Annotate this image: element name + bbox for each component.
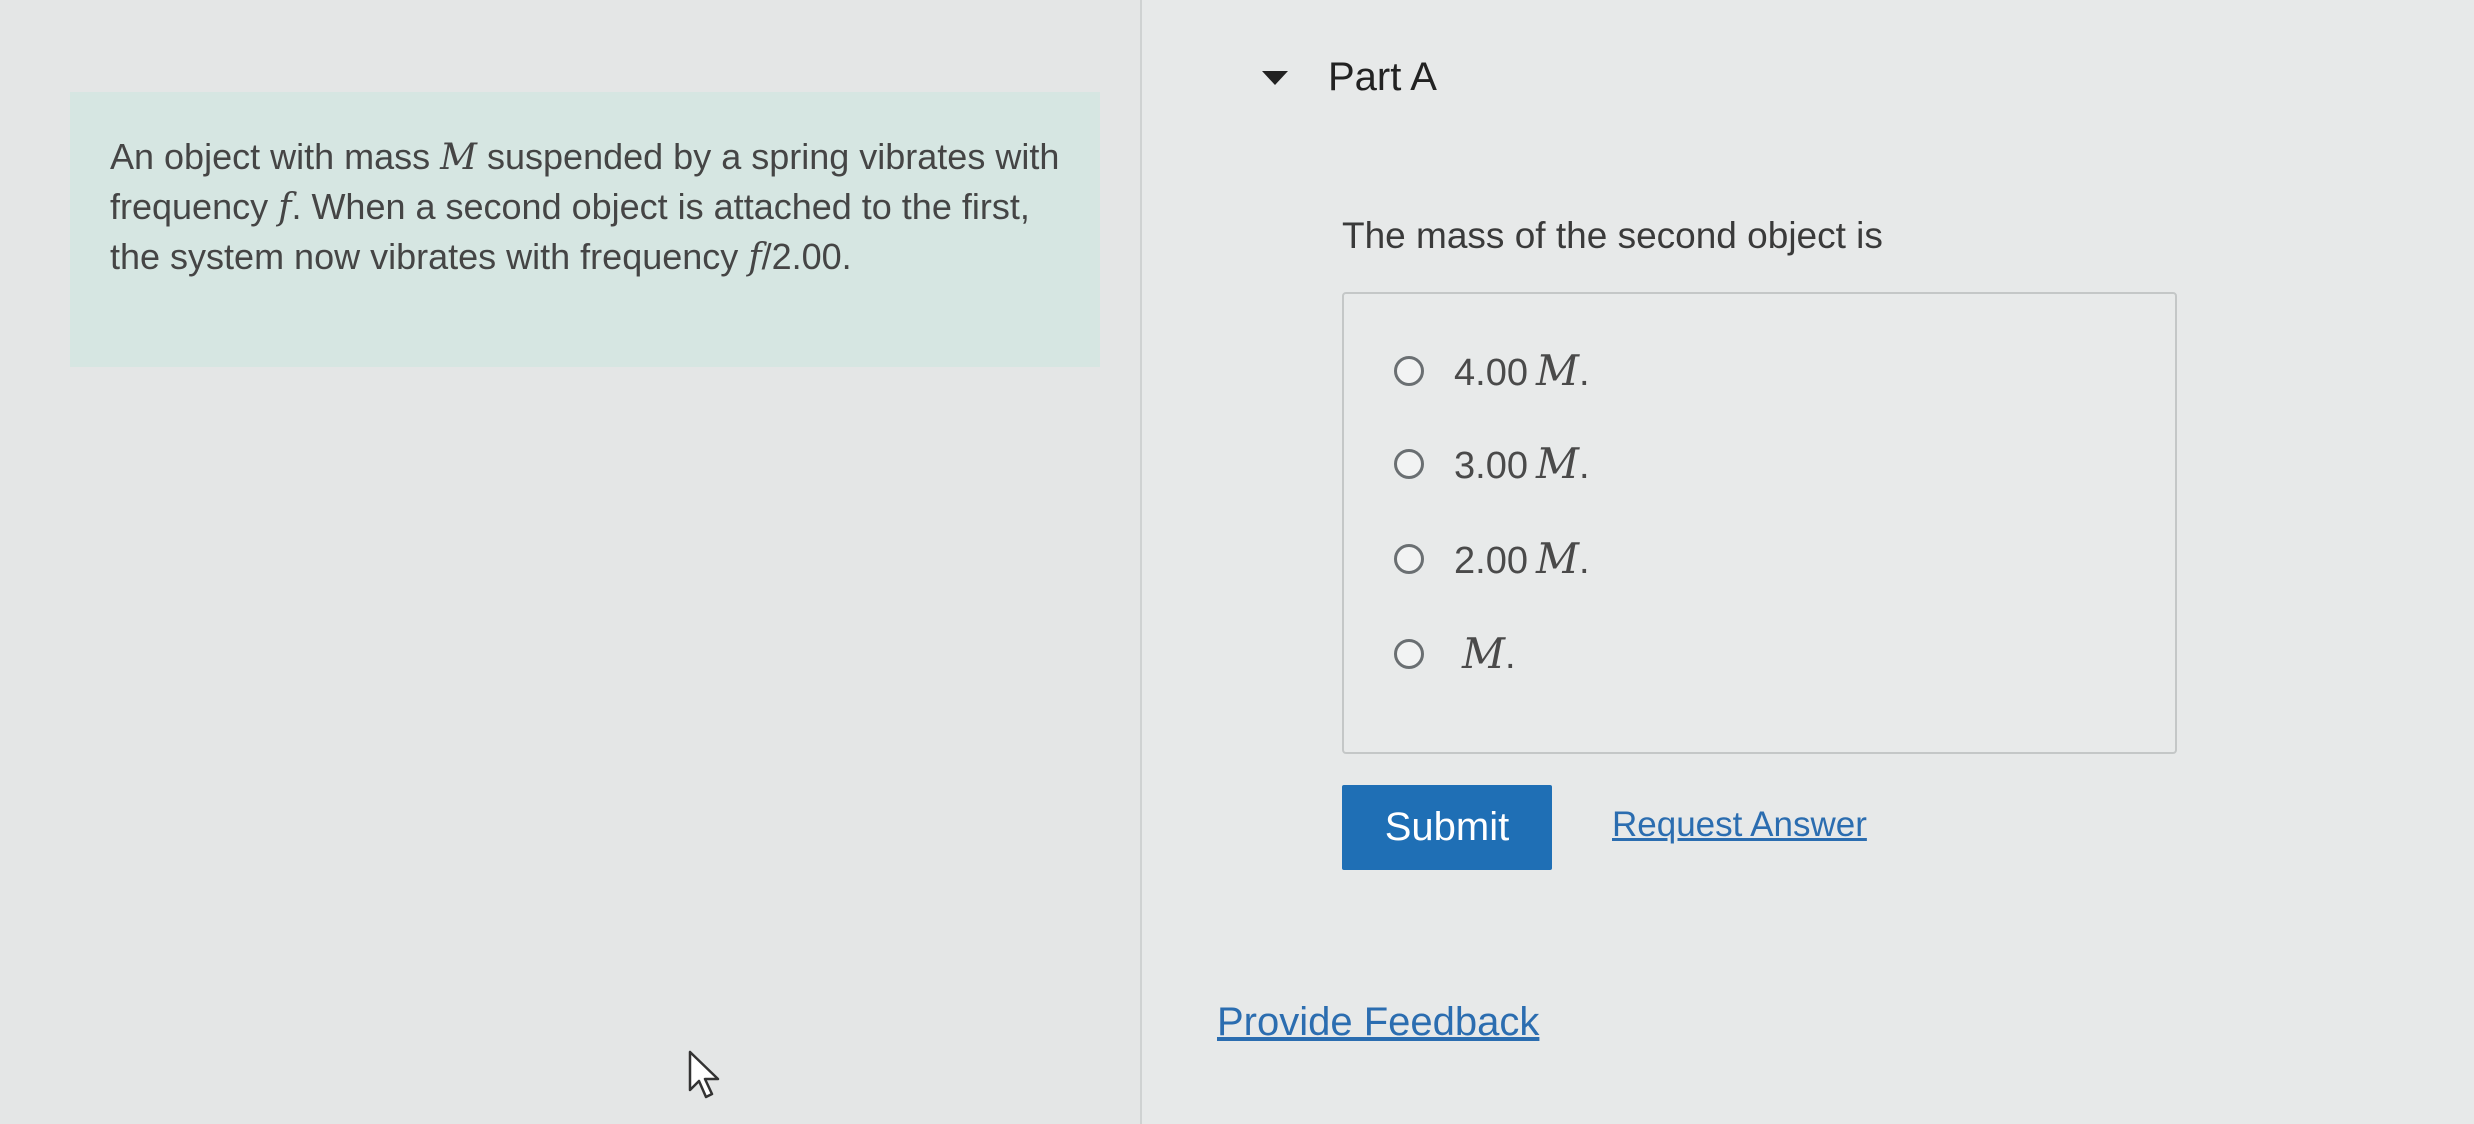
caret-down-icon[interactable] — [1262, 70, 1288, 85]
choice-option-3[interactable]: 2.00 M. — [1394, 534, 1590, 583]
provide-feedback-link[interactable]: Provide Feedback — [1217, 1000, 1539, 1045]
mass-variable: M — [440, 137, 478, 178]
problem-panel: An object with mass M suspended by a spr… — [0, 0, 1140, 1124]
question-text: The mass of the second object is — [1342, 215, 1883, 256]
problem-statement-box: An object with mass M suspended by a spr… — [70, 92, 1100, 367]
frequency-variable: f — [278, 187, 292, 228]
part-header[interactable]: Part A — [1262, 55, 1437, 100]
choice-label: 2.00 M. — [1454, 534, 1590, 583]
radio-icon[interactable] — [1394, 448, 1424, 479]
problem-text: An object with mass M suspended by a spr… — [110, 136, 1060, 278]
answer-choices: 4.00 M. 3.00 M. 2.00 M. M. — [1342, 292, 2177, 754]
page: An object with mass M suspended by a spr… — [0, 0, 2474, 1124]
radio-icon[interactable] — [1394, 638, 1424, 669]
choice-label: 3.00 M. — [1454, 439, 1590, 488]
radio-icon[interactable] — [1394, 355, 1424, 386]
choice-option-4[interactable]: M. — [1394, 629, 1516, 678]
request-answer-link[interactable]: Request Answer — [1612, 805, 1867, 845]
frequency-variable: f — [748, 237, 762, 278]
mouse-cursor-icon — [688, 1050, 720, 1099]
choice-option-2[interactable]: 3.00 M. — [1394, 439, 1590, 488]
part-title: Part A — [1328, 55, 1437, 99]
choice-option-1[interactable]: 4.00 M. — [1394, 346, 1590, 395]
choice-label: M. — [1462, 629, 1516, 678]
question-panel: Part A The mass of the second object is … — [1142, 0, 2474, 1124]
radio-icon[interactable] — [1394, 543, 1424, 574]
submit-button[interactable]: Submit — [1342, 785, 1552, 870]
choice-label: 4.00 M. — [1454, 346, 1590, 395]
